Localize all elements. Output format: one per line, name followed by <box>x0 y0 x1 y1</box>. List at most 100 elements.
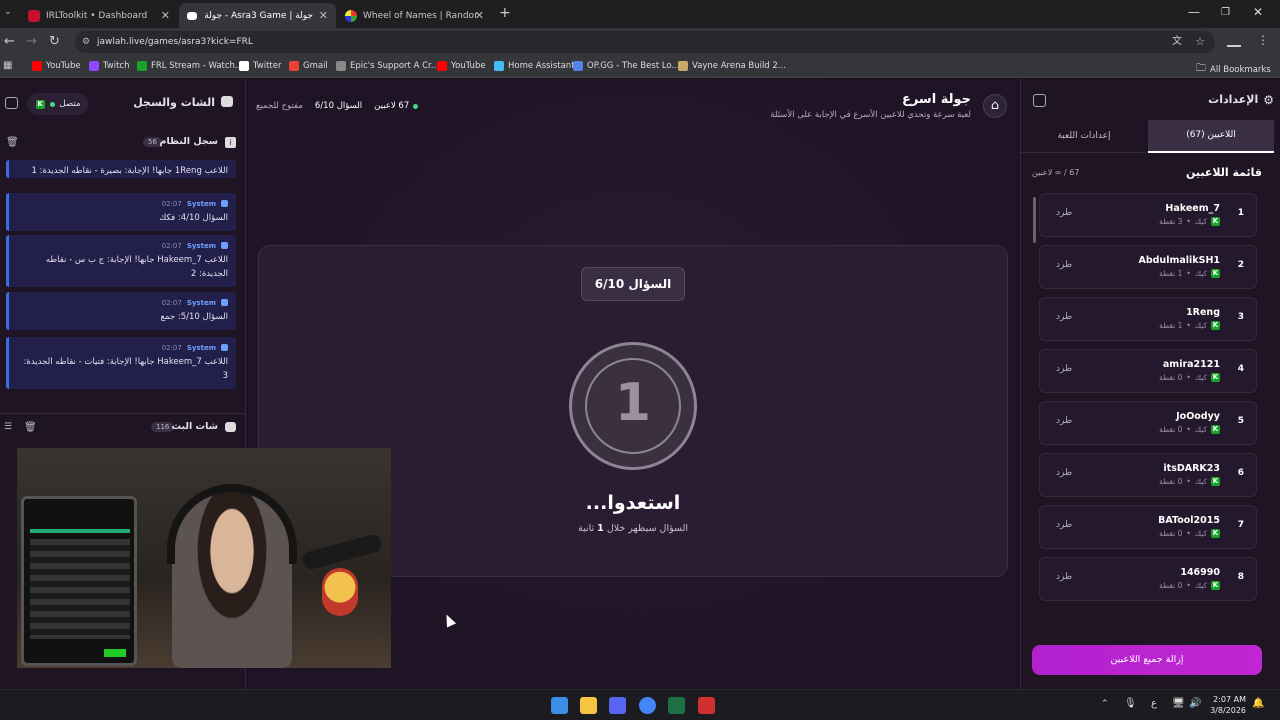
remove-all-players-button[interactable]: إزالة جميع اللاعبين <box>1032 645 1262 675</box>
excel-icon[interactable] <box>668 697 685 714</box>
kick-player-button[interactable]: طرد <box>1056 416 1072 426</box>
bookmark-item[interactable]: OP.GG - The Best Lo... <box>573 61 680 71</box>
chat-bubbles-icon <box>221 96 233 107</box>
tab-title: Wheel of Names | Random nam <box>363 10 478 21</box>
close-icon[interactable]: ✕ <box>319 9 328 22</box>
player-rank: 1 <box>1237 208 1244 218</box>
kick-player-button[interactable]: طرد <box>1056 572 1072 582</box>
player-platform: كيك <box>1194 373 1207 382</box>
bookmark-item[interactable]: YouTube <box>32 61 81 71</box>
menu-icon[interactable]: ⋮ <box>1257 33 1269 47</box>
players-online: 67 لاعبين <box>374 101 419 111</box>
site-info-icon[interactable]: ⚙ <box>82 31 90 53</box>
bookmark-label: FRL Stream - Watch... <box>151 61 244 71</box>
player-points: 0 نقطة <box>1159 529 1183 538</box>
player-points: 0 نقطة <box>1159 425 1183 434</box>
player-row: 8 146990 K كيك • 0 نقطة طرد <box>1039 557 1257 601</box>
log-message-sender: System <box>186 344 216 352</box>
tab-search-icon[interactable]: ⌄ <box>4 7 12 17</box>
close-icon[interactable]: ✕ <box>475 9 484 22</box>
log-message-meta: System 02:07 <box>17 197 228 211</box>
tab-wheel-of-names[interactable]: Wheel of Names | Random nam ✕ <box>337 3 492 28</box>
tab-asra3-game[interactable]: جولة | Asra3 Game - جولة اسرع ✕ <box>179 3 336 28</box>
shield-icon <box>221 299 228 306</box>
separator-dot: • <box>1186 581 1191 590</box>
game-meta-bar: 67 لاعبين السؤال 6/10 مفتوح للجميع <box>256 101 419 111</box>
tab-players[interactable]: اللاعبين (67) <box>1148 120 1274 153</box>
kick-player-button[interactable]: طرد <box>1056 208 1072 218</box>
tab-irltoolkit[interactable]: IRLToolkit • Dashboard ✕ <box>20 3 178 28</box>
bookmark-label: Twitch <box>103 61 130 71</box>
collapse-panel-icon[interactable] <box>1033 94 1046 107</box>
player-row: 3 1Reng K كيك • 1 نقطة طرد <box>1039 297 1257 341</box>
player-points: 0 نقطة <box>1159 581 1183 590</box>
bookmark-item[interactable]: Twitter <box>239 61 282 71</box>
bookmark-item[interactable]: YouTube <box>437 61 486 71</box>
kick-player-button[interactable]: طرد <box>1056 364 1072 374</box>
maximize-icon[interactable]: ❐ <box>1221 7 1230 18</box>
bookmark-item[interactable]: Twitch <box>89 61 130 71</box>
trash-icon[interactable]: 🗑 <box>24 422 37 433</box>
windows-start-icon[interactable] <box>551 697 568 714</box>
bookmark-item[interactable]: Gmail <box>289 61 328 71</box>
network-icon[interactable]: 🖥 <box>1172 698 1185 709</box>
bookmark-item[interactable]: Vayne Arena Build 2... <box>678 61 786 71</box>
back-icon[interactable]: ← <box>4 34 15 49</box>
close-icon[interactable]: ✕ <box>161 9 170 22</box>
file-explorer-icon[interactable] <box>580 697 597 714</box>
trash-icon[interactable]: 🗑 <box>6 137 19 148</box>
game-title: جولة اسرع <box>901 92 971 107</box>
bookmark-star-icon[interactable]: ☆ <box>1195 31 1205 53</box>
kick-player-button[interactable]: طرد <box>1056 312 1072 322</box>
vayne-icon <box>678 61 688 71</box>
clock[interactable]: 2:07 AM 3/8/2026 <box>1208 694 1246 716</box>
minimize-icon[interactable]: — <box>1188 5 1200 19</box>
microphone-icon[interactable]: 🎙 <box>1124 698 1137 709</box>
volume-icon[interactable]: 🔊 <box>1189 698 1201 709</box>
window-close-icon[interactable]: ✕ <box>1253 5 1263 19</box>
player-name: AbdulmalikSH1 <box>1138 255 1220 266</box>
countdown-circle: 1 <box>569 342 697 470</box>
separator-dot: • <box>1186 425 1191 434</box>
separator-dot: • <box>1186 477 1191 486</box>
tab-game-settings[interactable]: إعدادات اللعبة <box>1021 120 1147 153</box>
home-button[interactable]: ⌂ <box>983 94 1007 118</box>
input-language[interactable]: ع <box>1151 698 1157 709</box>
profile-icon[interactable] <box>1227 37 1241 47</box>
tab-title: جولة | Asra3 Game - جولة اسرع <box>203 10 313 21</box>
bookmark-item[interactable]: FRL Stream - Watch... <box>137 61 243 71</box>
discord-icon[interactable] <box>609 697 626 714</box>
filter-icon[interactable]: ☰ <box>4 422 12 432</box>
collapse-panel-icon[interactable] <box>5 97 18 109</box>
player-rank: 3 <box>1237 312 1244 322</box>
player-row: 1 Hakeem_7 K كيك • 3 نقطة طرد <box>1039 193 1257 237</box>
new-tab-button[interactable]: + <box>499 5 511 21</box>
system-log-title: سجل النظام <box>159 136 218 147</box>
player-count: 67 / ∞ لاعبين <box>1032 168 1080 177</box>
kick-player-button[interactable]: طرد <box>1056 260 1072 270</box>
forward-icon[interactable]: → <box>26 34 37 49</box>
opgg-icon <box>573 61 583 71</box>
chrome-icon[interactable] <box>639 697 656 714</box>
reload-icon[interactable]: ↻ <box>49 34 60 49</box>
tray-chevron-icon[interactable]: ⌃ <box>1101 699 1109 709</box>
player-meta: K كيك • 0 نقطة <box>1159 477 1220 486</box>
player-meta: K كيك • 3 نقطة <box>1159 217 1220 226</box>
app-red-icon[interactable] <box>698 697 715 714</box>
player-name: amira2121 <box>1162 359 1220 370</box>
notification-bell-icon[interactable]: 🔔 <box>1252 698 1264 709</box>
player-list-title: قائمة اللاعبين <box>1186 166 1262 179</box>
all-bookmarks[interactable]: 🗀 All Bookmarks <box>1196 61 1271 78</box>
translate-icon[interactable]: 文 <box>1172 31 1182 53</box>
kick-player-button[interactable]: طرد <box>1056 468 1072 478</box>
player-meta: K كيك • 0 نقطة <box>1159 581 1220 590</box>
player-list-scrollbar[interactable] <box>1033 197 1036 243</box>
log-message-text: السؤال 4/10: فكك <box>159 213 228 223</box>
bookmark-item[interactable]: Home Assistant <box>494 61 575 71</box>
url-field[interactable]: ⚙ jawlah.live/games/asra3?kick=FRL 文 ☆ <box>75 31 1215 53</box>
player-rank: 8 <box>1237 572 1244 582</box>
player-platform: كيك <box>1194 581 1207 590</box>
kick-player-button[interactable]: طرد <box>1056 520 1072 530</box>
bookmark-item[interactable]: Epic's Support A Cr... <box>336 61 439 71</box>
apps-grid-icon[interactable]: ▦ <box>3 60 12 71</box>
